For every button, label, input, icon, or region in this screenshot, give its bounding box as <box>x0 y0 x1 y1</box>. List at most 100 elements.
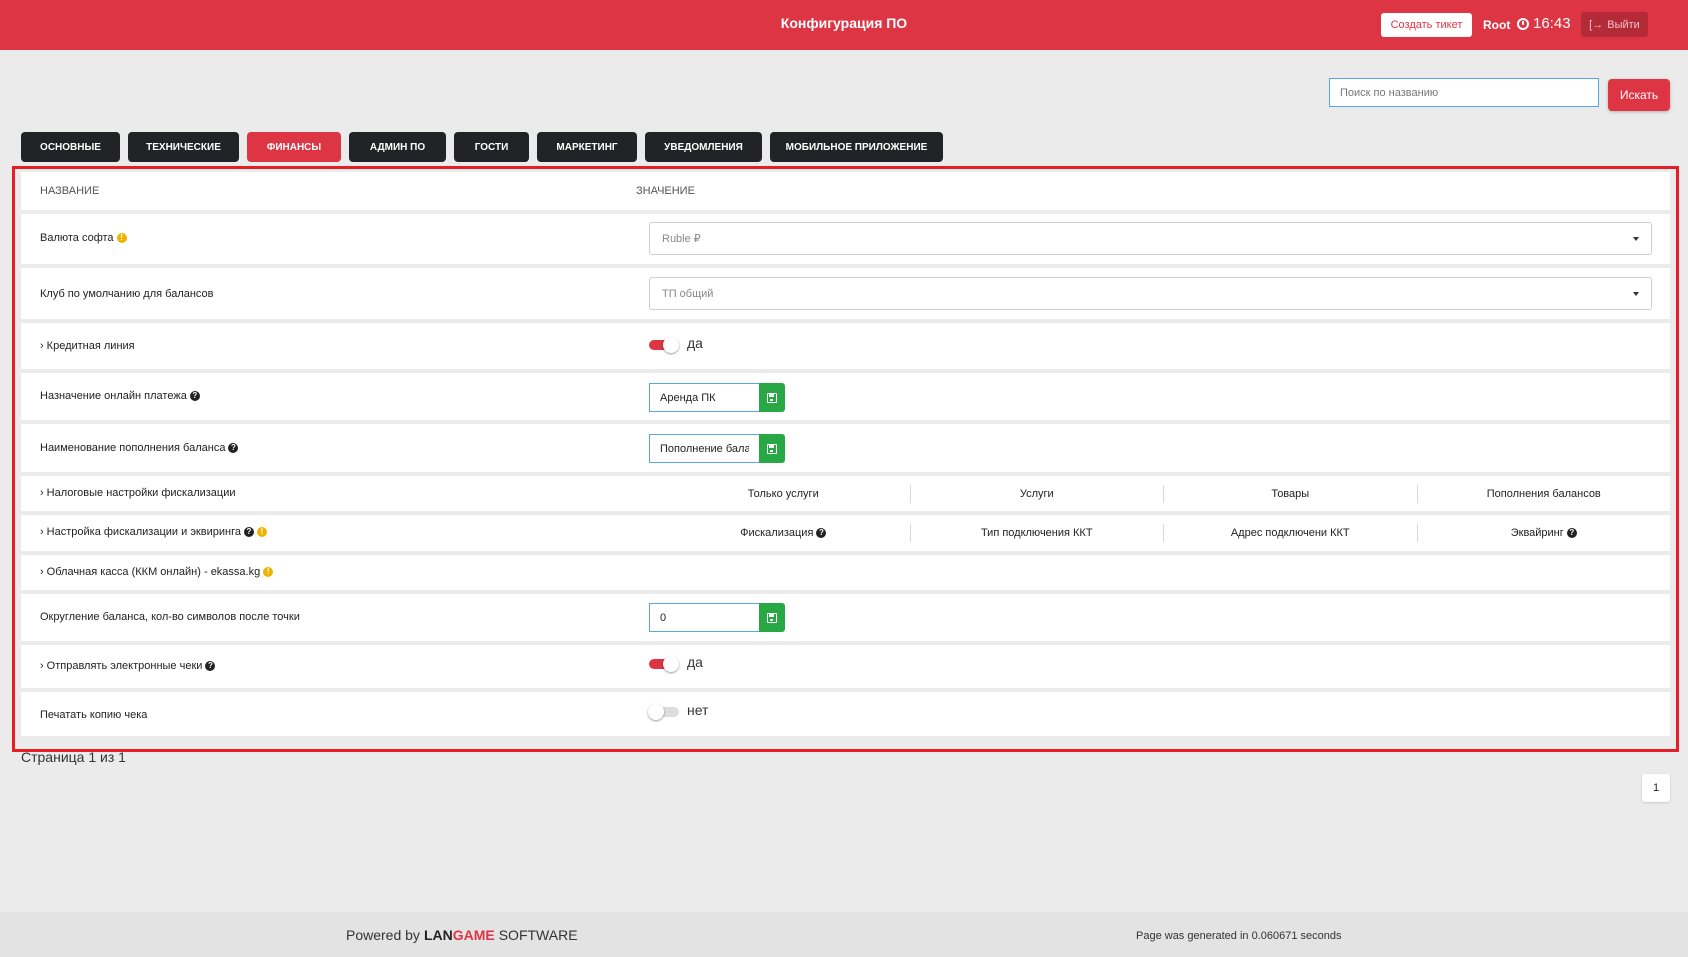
row-label-text: Налоговые настройки фискализации <box>46 487 236 499</box>
tab-gosti[interactable]: Гости <box>454 132 529 162</box>
row-label: Валюта софта ! <box>40 232 127 244</box>
logout-button[interactable]: [→ Выйти <box>1581 12 1648 37</box>
table-row: Валюта софта ! Ruble ₽ <box>21 214 1670 264</box>
footer <box>0 912 1688 957</box>
warning-icon[interactable]: ! <box>263 567 274 577</box>
save-button[interactable] <box>759 434 785 463</box>
tab-uvedomleniya[interactable]: Уведомления <box>645 132 762 162</box>
caret-down-icon <box>1633 291 1639 296</box>
tab-marketing[interactable]: Маркетинг <box>537 132 637 162</box>
row-label-text: Кредитная линия <box>46 340 135 352</box>
save-button[interactable] <box>759 603 785 632</box>
fiscal-subcolumns: Фискализация ? Тип подключения ККТ Адрес… <box>657 524 1670 542</box>
subcol-header-text: Эквайринг <box>1510 527 1564 539</box>
currency-select-value: Ruble ₽ <box>662 233 701 245</box>
table-row: › Настройка фискализации и эквиринга ? !… <box>21 515 1670 551</box>
row-label: Печатать копию чека <box>40 709 147 721</box>
tab-mobilnoe-prilozhenie[interactable]: Мобильное приложение <box>770 132 943 162</box>
page-info: Страница 1 из 1 <box>21 749 126 765</box>
question-icon[interactable]: ? <box>1566 528 1577 538</box>
column-value-header: Значение <box>636 185 695 197</box>
tab-tekhnicheskie[interactable]: Технические <box>128 132 239 162</box>
table-row: Назначение онлайн платежа ? <box>21 373 1670 420</box>
print-copy-toggle[interactable] <box>648 704 679 720</box>
row-label-text: Валюта софта <box>40 232 114 244</box>
tab-admin-po[interactable]: Админ ПО <box>349 132 446 162</box>
toggle-state-label: нет <box>687 702 709 718</box>
row-label: Клуб по умолчанию для балансов <box>40 288 214 300</box>
user-name[interactable]: Root <box>1483 18 1510 32</box>
chevron-right-icon: › <box>40 487 44 499</box>
tab-finansy[interactable]: Финансы <box>247 132 341 162</box>
settings-tabs: Основные Технические Финансы Админ ПО Го… <box>21 132 943 162</box>
row-label-text: Настройка фискализации и эквиринга <box>46 526 241 538</box>
brand-game: GAME <box>452 927 495 943</box>
save-icon <box>767 443 777 454</box>
toggle-state-label: да <box>687 654 703 670</box>
page-1-button[interactable]: 1 <box>1642 774 1670 802</box>
club-select-value: ТП общий <box>662 287 714 300</box>
payment-purpose-input[interactable] <box>649 383 759 412</box>
row-label: Наименование пополнения баланса ? <box>40 442 239 454</box>
question-icon[interactable]: ? <box>189 391 200 401</box>
powered-by-text: Powered by <box>346 927 420 943</box>
rounding-group <box>649 603 785 632</box>
save-button[interactable] <box>759 383 785 412</box>
table-row: › Кредитная линия да <box>21 323 1670 369</box>
save-icon <box>767 612 777 623</box>
question-icon[interactable]: ? <box>243 527 254 537</box>
search-input[interactable] <box>1329 78 1599 107</box>
subcol-header-text: Фискализация <box>740 527 814 539</box>
row-label[interactable]: › Настройка фискализации и эквиринга ? ! <box>40 526 267 538</box>
warning-icon[interactable]: ! <box>116 233 127 243</box>
row-label-text: Округление баланса, кол-во символов посл… <box>40 611 300 623</box>
question-icon[interactable]: ? <box>228 443 239 453</box>
search-button[interactable]: Искать <box>1608 79 1670 111</box>
tax-subcolumns: Только услуги Услуги Товары Пополнения б… <box>657 485 1670 503</box>
subcol-header: Услуги <box>911 485 1164 503</box>
subcol-header: Эквайринг ? <box>1418 524 1671 542</box>
club-select[interactable]: ТП общий <box>649 277 1652 310</box>
balance-name-input[interactable] <box>649 434 759 463</box>
table-row: › Отправлять электронные чеки ? да <box>21 645 1670 688</box>
logout-icon: [→ <box>1589 18 1604 31</box>
brand-software: SOFTWARE <box>498 927 578 943</box>
chevron-right-icon: › <box>40 566 44 578</box>
create-ticket-button[interactable]: Создать тикет <box>1381 13 1472 37</box>
logout-label: Выйти <box>1607 18 1640 31</box>
generation-time: Page was generated in 0.060671 seconds <box>1136 930 1342 942</box>
rounding-input[interactable] <box>649 603 759 632</box>
payment-purpose-group <box>649 383 785 412</box>
row-label[interactable]: › Налоговые настройки фискализации <box>40 487 236 499</box>
chevron-right-icon: › <box>40 526 44 538</box>
chevron-right-icon: › <box>40 660 44 672</box>
subcol-header: Товары <box>1164 485 1418 503</box>
warning-icon[interactable]: ! <box>256 527 267 537</box>
column-name-header: Название <box>40 185 100 197</box>
question-icon[interactable]: ? <box>205 661 216 671</box>
powered-by: Powered by LAN GAME SOFTWARE <box>346 927 578 943</box>
clock-time: 16:43 <box>1533 15 1571 32</box>
subcol-header: Тип подключения ККТ <box>911 524 1164 542</box>
row-label[interactable]: › Кредитная линия <box>40 340 135 352</box>
table-row: › Налоговые настройки фискализации Тольк… <box>21 476 1670 511</box>
table-row: › Облачная касса (ККМ онлайн) - ekassa.k… <box>21 555 1670 590</box>
subcol-header: Только услуги <box>657 485 911 503</box>
row-label-text: Назначение онлайн платежа <box>40 390 187 402</box>
row-label[interactable]: › Облачная касса (ККМ онлайн) - ekassa.k… <box>40 566 274 578</box>
question-icon[interactable]: ? <box>816 528 827 538</box>
table-row: Округление баланса, кол-во символов посл… <box>21 594 1670 641</box>
tab-osnovnye[interactable]: Основные <box>21 132 120 162</box>
row-label[interactable]: › Отправлять электронные чеки ? <box>40 660 216 672</box>
table-row: Клуб по умолчанию для балансов ТП общий <box>21 268 1670 319</box>
row-label-text: Облачная касса (ККМ онлайн) - ekassa.kg <box>46 566 261 578</box>
row-label: Округление баланса, кол-во символов посл… <box>40 611 300 623</box>
credit-line-toggle[interactable] <box>649 337 679 353</box>
currency-select[interactable]: Ruble ₽ <box>649 222 1652 255</box>
receipts-toggle[interactable] <box>649 656 679 672</box>
toggle-state-label: да <box>687 335 703 351</box>
row-label: Назначение онлайн платежа ? <box>40 390 200 402</box>
balance-name-group <box>649 434 785 463</box>
table-header: Название Значение <box>21 172 1670 210</box>
clock: 16:43 <box>1517 15 1571 32</box>
